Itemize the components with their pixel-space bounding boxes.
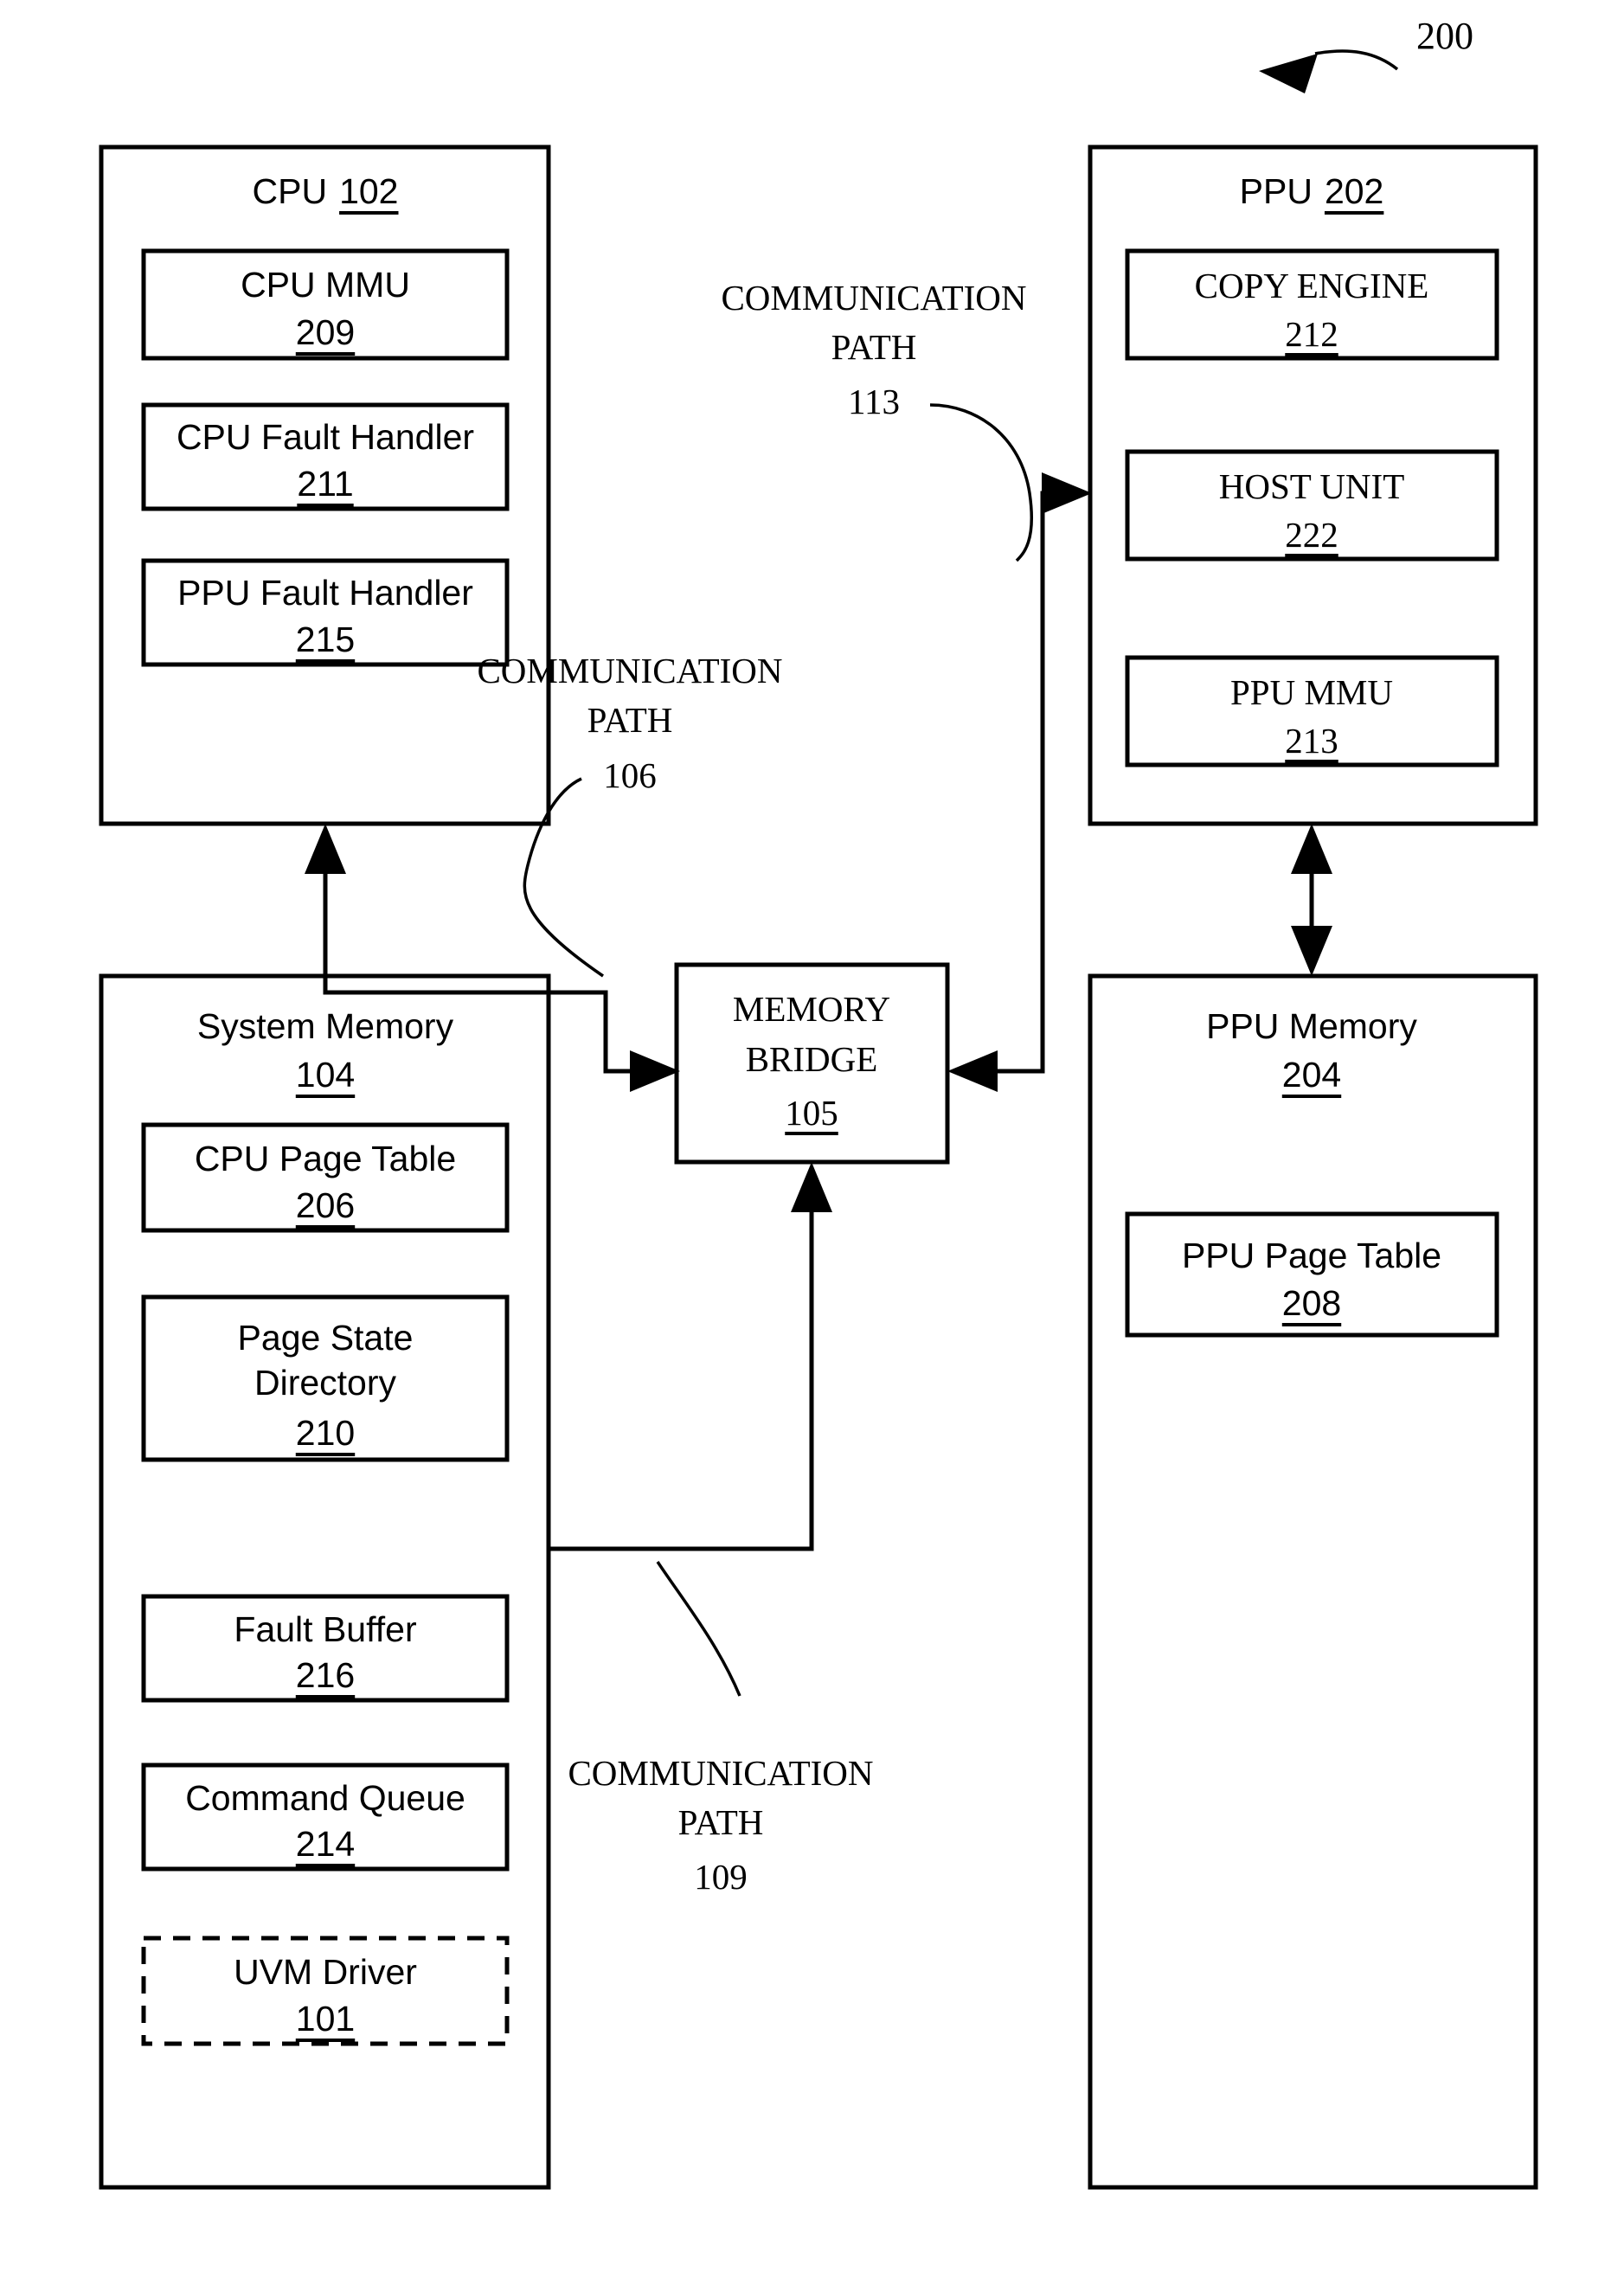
ppu-fault-handler-title: PPU Fault Handler	[177, 573, 473, 613]
ppu-mmu-title: PPU MMU	[1230, 672, 1393, 712]
arrowhead-into-bridge-right	[947, 1050, 998, 1092]
ppu-memory-ref: 204	[1282, 1055, 1341, 1095]
figure-pointer-leader	[1314, 49, 1399, 71]
connection-ppu-to-ppu-memory	[1291, 824, 1332, 976]
cpu-mmu-title: CPU MMU	[241, 265, 410, 305]
figure-number: 200	[1416, 15, 1473, 57]
page-state-directory-title-line2: Directory	[254, 1363, 397, 1403]
figure-pointer-arrow	[1259, 54, 1318, 93]
communication-path-109-line2: PATH	[678, 1802, 764, 1842]
cpu-fault-handler-ref: 211	[297, 464, 353, 504]
diagram-canvas: 200 CPU 102 CPU MMU 209 CPU Fault Handle…	[99, 15, 1538, 2190]
host-unit-block[interactable]: HOST UNIT 222	[1125, 449, 1499, 562]
ppu-title: PPU	[1240, 171, 1313, 211]
fault-buffer-title: Fault Buffer	[234, 1609, 416, 1649]
cpu-page-table-ref: 206	[296, 1185, 355, 1225]
ppu-fault-handler-ref: 215	[296, 620, 355, 659]
cpu-fault-handler-title: CPU Fault Handler	[177, 417, 474, 457]
copy-engine-ref: 212	[1285, 314, 1338, 354]
ppu-mmu-ref: 213	[1285, 721, 1338, 761]
system-memory-block[interactable]: System Memory 104 CPU Page Table 206 Pag…	[99, 973, 551, 2190]
communication-path-106-line2: PATH	[587, 700, 673, 740]
command-queue-title: Command Queue	[185, 1778, 465, 1818]
command-queue-ref: 214	[296, 1824, 355, 1864]
host-unit-title: HOST UNIT	[1219, 466, 1405, 506]
page-state-directory-block[interactable]: Page State Directory 210	[141, 1294, 510, 1462]
ppu-mmu-block[interactable]: PPU MMU 213	[1125, 655, 1499, 767]
uvm-driver-title: UVM Driver	[234, 1952, 417, 1992]
cpu-block[interactable]: CPU 102 CPU MMU 209 CPU Fault Handler 21…	[99, 144, 551, 826]
communication-path-113-label: COMMUNICATION PATH 113	[721, 278, 1034, 562]
communication-path-109-leader	[656, 1561, 741, 1697]
ppu-memory-title: PPU Memory	[1206, 1006, 1417, 1046]
ppu-memory-border	[1088, 973, 1538, 2190]
communication-path-109-ref: 109	[694, 1857, 748, 1897]
system-memory-title: System Memory	[197, 1006, 454, 1046]
copy-engine-block[interactable]: COPY ENGINE 212	[1125, 248, 1499, 361]
page-state-directory-ref: 210	[296, 1413, 355, 1453]
cpu-page-table-title: CPU Page Table	[195, 1139, 456, 1178]
cpu-page-table-block[interactable]: CPU Page Table 206	[141, 1122, 510, 1233]
ppu-memory-block[interactable]: PPU Memory 204 PPU Page Table 208	[1088, 973, 1538, 2190]
connection-sysmem-to-bridge-line	[549, 1181, 814, 1551]
cpu-mmu-block[interactable]: CPU MMU 209	[141, 248, 510, 361]
arrowhead-into-bridge-bottom	[791, 1162, 832, 1212]
connection-sysmem-to-bridge	[549, 1162, 832, 1551]
memory-bridge-title-line2: BRIDGE	[746, 1039, 878, 1079]
ppu-page-table-block[interactable]: PPU Page Table 208	[1125, 1211, 1499, 1338]
cpu-fault-handler-block[interactable]: CPU Fault Handler 211	[141, 402, 510, 511]
communication-path-113-ref: 113	[848, 382, 900, 421]
communication-path-106-ref: 106	[603, 755, 657, 795]
memory-bridge-block[interactable]: MEMORY BRIDGE 105	[674, 962, 950, 1165]
communication-path-109-line1: COMMUNICATION	[568, 1753, 873, 1793]
arrowhead-up-to-ppu	[1291, 824, 1332, 874]
memory-bridge-ref: 105	[785, 1093, 838, 1133]
arrowhead-down-to-ppu-memory	[1291, 926, 1332, 976]
cpu-mmu-ref: 209	[296, 312, 355, 352]
uvm-driver-block[interactable]: UVM Driver 101	[141, 1936, 510, 2046]
arrowhead-into-bridge-left	[630, 1050, 680, 1092]
command-queue-block[interactable]: Command Queue 214	[141, 1763, 510, 1872]
fault-buffer-block[interactable]: Fault Buffer 216	[141, 1594, 510, 1703]
arrowhead-into-ppu	[1042, 472, 1092, 514]
ppu-block[interactable]: PPU 202 COPY ENGINE 212 HOST UNIT 222 PP…	[1088, 144, 1538, 826]
host-unit-ref: 222	[1285, 515, 1338, 555]
fault-buffer-ref: 216	[296, 1655, 355, 1695]
system-memory-ref: 104	[296, 1055, 355, 1095]
communication-path-106-line1: COMMUNICATION	[477, 651, 782, 690]
cpu-ref: 102	[339, 171, 398, 211]
uvm-driver-ref: 101	[296, 1999, 355, 2039]
ppu-ref: 202	[1325, 171, 1383, 211]
arrowhead-into-cpu	[305, 824, 346, 874]
ppu-fault-handler-block[interactable]: PPU Fault Handler 215	[141, 558, 510, 667]
connection-bridge-to-ppu-line	[958, 491, 1071, 1074]
communication-path-109-label: COMMUNICATION PATH 109	[568, 1561, 874, 1897]
communication-path-113-line1: COMMUNICATION	[721, 278, 1026, 318]
page-state-directory-title-line1: Page State	[238, 1318, 414, 1358]
patent-figure-200: 200 CPU 102 CPU MMU 209 CPU Fault Handle…	[0, 0, 1624, 2273]
copy-engine-title: COPY ENGINE	[1195, 266, 1429, 305]
connection-bridge-to-ppu	[947, 472, 1092, 1092]
communication-path-113-leader	[929, 403, 1034, 562]
memory-bridge-title-line1: MEMORY	[733, 989, 890, 1029]
ppu-page-table-ref: 208	[1282, 1283, 1341, 1323]
communication-path-113-line2: PATH	[831, 327, 917, 367]
figure-number-group: 200	[1259, 15, 1473, 93]
ppu-page-table-title: PPU Page Table	[1182, 1236, 1441, 1275]
cpu-title: CPU	[253, 171, 328, 211]
